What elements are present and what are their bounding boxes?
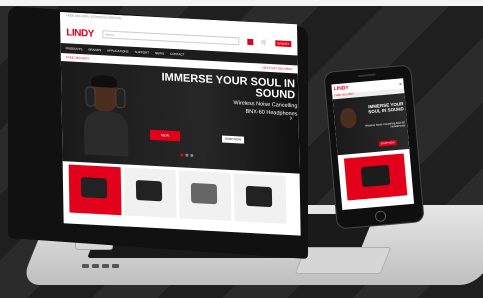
home-button-icon[interactable] [374, 210, 387, 223]
carousel-dot[interactable] [180, 153, 184, 157]
chevron-right-icon[interactable]: › [290, 113, 293, 122]
promo-right: NEXT DAY DELIVERY [262, 65, 293, 72]
product-image [245, 185, 273, 208]
phone-screen: LINDY ≡ FREE DELIVERY IMMERSE YOUR SOUL … [331, 78, 415, 210]
product-tile[interactable] [178, 170, 232, 222]
phone-hero-title: IMMERSE YOUR SOUL IN SOUND [368, 101, 404, 115]
nav-item[interactable]: SUPPORT [135, 50, 150, 55]
product-tile[interactable] [233, 173, 287, 224]
nav-item[interactable]: NEWS [155, 51, 164, 55]
hero-person-image [83, 74, 129, 157]
phone-hero-subtitle: Wireless Noise Cancelling BNX-60 Headpho… [365, 121, 406, 129]
laptop-screen: FREE DELIVERY & EXPRESS SERVICE LINDY Se… [60, 12, 301, 236]
product-image [80, 177, 108, 199]
product-tile[interactable] [68, 164, 122, 216]
product-image [135, 180, 163, 202]
hero-banner[interactable]: IMMERSE YOUR SOUL IN SOUND Wireless Nois… [60, 61, 300, 174]
headphone-right [115, 87, 126, 109]
top-edge [0, 0, 483, 6]
port [82, 264, 89, 268]
product-tile[interactable] [123, 167, 177, 219]
menu-icon[interactable]: ≡ [399, 81, 402, 86]
phone-speaker [357, 73, 376, 78]
nav-item[interactable]: APPLICATIONS [107, 48, 129, 53]
laptop-touchpad [294, 247, 392, 274]
nav-item[interactable]: BRANDS [88, 47, 101, 52]
phone-logo[interactable]: LINDY [334, 85, 349, 92]
phone-hero[interactable]: IMMERSE YOUR SOUL IN SOUND Wireless Nois… [332, 93, 410, 156]
phone-product-tile[interactable] [343, 153, 408, 201]
phone-shop-button[interactable]: SHOP NOW [378, 140, 397, 147]
person-hair [91, 74, 118, 89]
search-input[interactable]: Search [101, 30, 240, 46]
cart-icon[interactable]: 🛒 [261, 40, 267, 46]
promo-left: FREE DELIVERY [65, 55, 90, 61]
person-body [83, 110, 129, 157]
nav-item[interactable]: CONTACT [170, 52, 184, 57]
carousel-dot[interactable] [185, 153, 189, 157]
carousel-dots[interactable] [180, 153, 194, 158]
nav-item[interactable]: PRODUCTS [66, 46, 83, 51]
carousel-dot[interactable] [190, 153, 194, 158]
basket-button[interactable]: BASKET [275, 40, 292, 48]
smartphone: LINDY ≡ FREE DELIVERY IMMERSE YOUR SOUL … [323, 64, 425, 230]
laptop-ports [82, 264, 119, 268]
port [102, 264, 109, 268]
product-image [190, 182, 218, 205]
port [92, 264, 99, 268]
phone-product-image [360, 164, 391, 188]
shop-now-button[interactable]: SHOP NOW [221, 135, 245, 144]
phone-hero-person [339, 107, 358, 129]
port [112, 264, 119, 268]
search-icon[interactable] [247, 38, 254, 46]
site-logo[interactable]: LINDY [66, 27, 94, 39]
headphone-left [85, 86, 96, 107]
hero-badge: NEW [149, 129, 181, 142]
